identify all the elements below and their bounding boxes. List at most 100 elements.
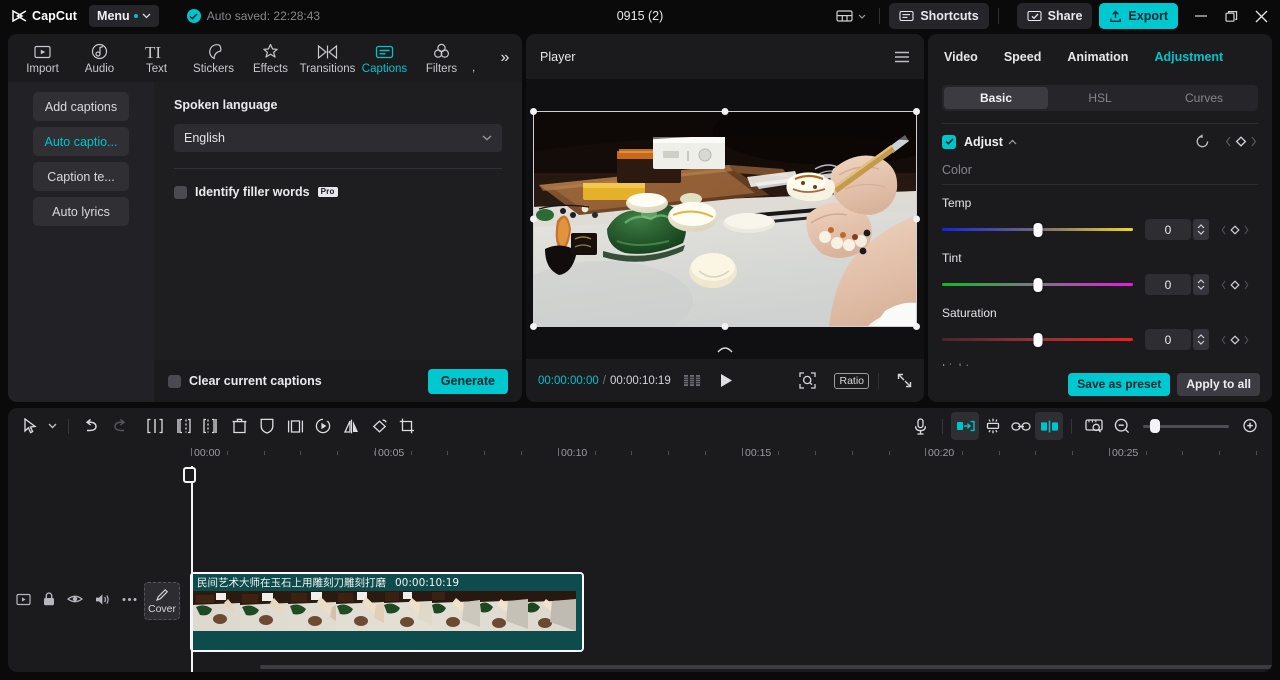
zoom-preview-icon[interactable] [799,372,817,389]
generate-button[interactable]: Generate [427,368,508,394]
split-icon[interactable] [141,412,169,440]
video-frame-wrapper[interactable] [530,108,920,353]
tab-transitions[interactable]: Transitions [299,35,356,81]
mirror-icon[interactable] [337,412,365,440]
freeze-icon[interactable] [281,412,309,440]
slider-stepper[interactable] [1193,329,1209,350]
tab-text[interactable]: TI Text [128,35,185,81]
tab-adjustment[interactable]: Adjustment [1154,50,1223,64]
minimize-button[interactable] [1186,0,1216,32]
quality-bars-icon[interactable] [683,375,702,386]
chevron-up-icon[interactable] [1008,139,1017,145]
apply-to-all-button[interactable]: Apply to all [1177,372,1260,396]
reverse-icon[interactable] [309,412,337,440]
chevron-down-icon[interactable] [44,412,60,440]
slider-value-input[interactable]: 0 [1145,219,1191,240]
keyframe-icon[interactable] [1224,135,1258,148]
trim-right-icon[interactable] [197,412,225,440]
segment-curves[interactable]: Curves [1152,87,1256,109]
video-clip[interactable]: 民间艺术大师在玉石上用雕刻刀雕刻打磨 00:00:10:19 [190,572,584,652]
language-select[interactable]: English [174,124,502,152]
segment-basic[interactable]: Basic [944,87,1048,109]
crop-icon[interactable] [393,412,421,440]
resize-handle-right[interactable] [913,215,920,223]
sidebar-item-auto-lyrics[interactable]: Auto lyrics [33,197,129,226]
slider-track[interactable] [942,332,1133,347]
play-icon[interactable] [720,373,733,388]
trim-left-icon[interactable] [169,412,197,440]
resize-handle-left[interactable] [530,215,537,223]
adsorption-icon[interactable] [1035,412,1063,440]
shortcuts-button[interactable]: Shortcuts [889,3,989,29]
cover-button[interactable]: Cover [144,582,180,620]
tab-stickers[interactable]: Stickers [185,35,242,81]
tab-filters[interactable]: Filters [413,35,470,81]
clear-captions-checkbox[interactable] [168,374,181,388]
keyframe-icon[interactable] [1220,279,1250,291]
timeline-horizontal-scrollbar[interactable] [260,665,1272,669]
adjust-checkbox[interactable] [942,134,956,149]
tab-animation[interactable]: Animation [1067,50,1128,64]
auto-fill-icon[interactable] [951,412,979,440]
tab-audio[interactable]: Audio [71,35,128,81]
undo-icon[interactable] [77,412,105,440]
sidebar-item-auto-captions[interactable]: Auto captio... [33,127,129,156]
tab-speed[interactable]: Speed [1004,50,1042,64]
filler-words-checkbox[interactable] [174,185,187,199]
shield-icon[interactable] [253,412,281,440]
slider-knob[interactable] [1033,332,1042,347]
speaker-icon[interactable] [95,593,110,606]
link-icon[interactable] [1007,412,1035,440]
playhead[interactable] [191,466,193,672]
more-tabs-button[interactable]: » [494,47,516,69]
timeline-zoom-slider[interactable] [1143,419,1229,433]
current-timecode[interactable]: 00:00:00:00 [538,375,599,387]
keyframe-icon[interactable] [1220,334,1250,346]
slider-value-input[interactable]: 0 [1145,329,1191,350]
keyframe-icon[interactable] [1220,224,1250,236]
slider-knob[interactable] [1033,222,1042,237]
tab-import[interactable]: Import [14,35,71,81]
microphone-icon[interactable] [906,412,934,440]
delete-icon[interactable] [225,412,253,440]
tab-effects[interactable]: Effects [242,35,299,81]
resize-handle-bottom-right[interactable] [913,323,920,330]
slider-value-input[interactable]: 0 [1145,274,1191,295]
slider-knob[interactable] [1033,277,1042,292]
resize-handle-bottom[interactable] [721,323,729,330]
slider-track[interactable] [942,222,1133,237]
zoom-in-icon[interactable] [1236,412,1264,440]
segment-hsl[interactable]: HSL [1048,87,1152,109]
redo-icon[interactable] [105,412,133,440]
rotate-handle-icon[interactable] [717,344,733,353]
timeline-zoom-knob[interactable] [1150,419,1161,433]
slider-stepper[interactable] [1193,219,1209,240]
rotate-icon[interactable] [365,412,393,440]
hamburger-icon[interactable] [894,51,910,63]
close-button[interactable] [1246,0,1276,32]
fullscreen-icon[interactable] [897,373,912,388]
export-button[interactable]: Export [1099,3,1178,29]
ratio-button[interactable]: Ratio [834,372,869,389]
timeline-ruler[interactable]: 00:00 00:05 00:10 00:15 00:20 00:25 [130,444,1272,466]
timeline-canvas[interactable]: Cover 民间艺术大师在玉石上用雕刻刀雕刻打磨 00:00:10:19 [130,466,1272,672]
resize-handle-top[interactable] [721,108,729,115]
layout-icon[interactable] [828,4,870,28]
tab-video[interactable]: Video [944,50,978,64]
resize-handle-top-left[interactable] [530,108,537,115]
lock-icon[interactable] [43,592,55,606]
eye-icon[interactable] [67,593,83,605]
save-as-preset-button[interactable]: Save as preset [1068,372,1171,396]
resize-handle-top-right[interactable] [913,108,920,115]
sidebar-item-caption-templates[interactable]: Caption te... [33,162,129,191]
more-icon[interactable] [122,597,137,602]
reset-icon[interactable] [1195,134,1210,149]
slider-track[interactable] [942,277,1133,292]
share-button[interactable]: Share [1016,3,1093,29]
maximize-button[interactable] [1216,0,1246,32]
slider-stepper[interactable] [1193,274,1209,295]
menu-button[interactable]: Menu [89,5,159,27]
zoom-out-icon[interactable] [1108,412,1136,440]
tab-captions[interactable]: Captions [356,35,413,81]
preview-scale-icon[interactable] [1080,412,1108,440]
